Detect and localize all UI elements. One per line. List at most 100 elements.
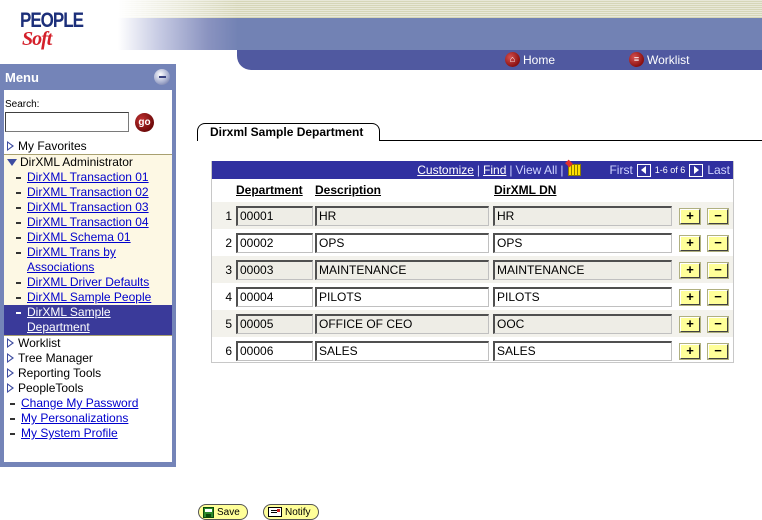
peoplesoft-logo: PEOPLE Soft xyxy=(18,8,84,50)
description-field[interactable]: HR xyxy=(315,206,489,226)
dirxml-dn-field[interactable]: OOC xyxy=(493,314,672,334)
description-field[interactable]: PILOTS xyxy=(315,287,489,307)
department-field[interactable]: 00001 xyxy=(236,206,313,226)
customize-link[interactable]: Customize xyxy=(417,163,474,177)
sidebar-subitem-active[interactable]: DirXML Sample Department xyxy=(4,305,172,336)
dirxml-transaction-03-link[interactable]: DirXML Transaction 03 xyxy=(27,200,149,215)
table-row: 2 00002 OPS OPS + − xyxy=(212,229,733,256)
column-header-description[interactable]: Description xyxy=(315,183,381,197)
add-row-button[interactable]: + xyxy=(679,262,701,279)
dash-bullet-icon xyxy=(16,192,21,194)
search-go-button[interactable]: go xyxy=(135,112,154,132)
sidebar-subitem[interactable]: DirXML Transaction 03 xyxy=(4,200,172,215)
sidebar-subitem[interactable]: DirXML Trans by Associations xyxy=(4,245,172,275)
sidebar-subitem[interactable]: DirXML Driver Defaults xyxy=(4,275,172,290)
dirxml-schema-01-link[interactable]: DirXML Schema 01 xyxy=(27,230,131,245)
description-field[interactable]: MAINTENANCE xyxy=(315,260,489,280)
sidebar-item-peopletools[interactable]: PeopleTools xyxy=(4,381,172,396)
delete-row-button[interactable]: − xyxy=(707,262,729,279)
separator: | xyxy=(509,163,513,177)
add-row-button[interactable]: + xyxy=(679,235,701,252)
worklist-link[interactable]: ≡ Worklist xyxy=(629,52,689,67)
sidebar-item-tree-manager[interactable]: Tree Manager xyxy=(4,351,172,366)
column-header-dirxml-dn[interactable]: DirXML DN xyxy=(494,183,556,197)
table-row: 6 00006 SALES SALES + − xyxy=(212,337,733,364)
column-header-department[interactable]: Department xyxy=(236,183,303,197)
save-icon xyxy=(203,506,214,518)
change-my-password-link[interactable]: Change My Password xyxy=(21,396,138,411)
dirxml-sample-department-link[interactable]: DirXML Sample Department xyxy=(27,305,137,335)
dirxml-dn-field[interactable]: SALES xyxy=(493,341,672,361)
dirxml-transaction-04-link[interactable]: DirXML Transaction 04 xyxy=(27,215,149,230)
sidebar-subitem[interactable]: DirXML Transaction 02 xyxy=(4,185,172,200)
sidebar-item-dirxml-administrator[interactable]: DirXML Administrator xyxy=(4,155,172,170)
delete-row-button[interactable]: − xyxy=(707,343,729,360)
last-link[interactable]: Last xyxy=(707,163,730,177)
sidebar-item-label: Tree Manager xyxy=(18,351,93,365)
my-personalizations-link[interactable]: My Personalizations xyxy=(21,411,128,426)
delete-row-button[interactable]: − xyxy=(707,289,729,306)
download-spreadsheet-icon[interactable] xyxy=(568,164,582,176)
dirxml-admin-folder: DirXML Administrator DirXML Transaction … xyxy=(4,154,172,336)
view-all-link[interactable]: View All xyxy=(516,163,558,177)
sidebar-subitem[interactable]: DirXML Transaction 04 xyxy=(4,215,172,230)
dirxml-trans-by-associations-link[interactable]: DirXML Trans by Associations xyxy=(27,245,147,275)
my-system-profile-link[interactable]: My System Profile xyxy=(21,426,118,441)
expand-right-icon xyxy=(7,353,14,363)
collapse-menu-button[interactable] xyxy=(154,69,170,85)
delete-row-button[interactable]: − xyxy=(707,235,729,252)
row-number: 5 xyxy=(225,317,232,331)
delete-row-button[interactable]: − xyxy=(707,316,729,333)
sidebar-item-reporting-tools[interactable]: Reporting Tools xyxy=(4,366,172,381)
sidebar-item-worklist[interactable]: Worklist xyxy=(4,336,172,351)
description-field[interactable]: OFFICE OF CEO xyxy=(315,314,489,334)
description-field[interactable]: SALES xyxy=(315,341,489,361)
sidebar-menu: Menu Search: go My Favorites DirXML Admi… xyxy=(0,64,176,467)
next-page-button[interactable] xyxy=(689,163,704,177)
search-input[interactable] xyxy=(5,112,129,132)
dirxml-transaction-02-link[interactable]: DirXML Transaction 02 xyxy=(27,185,149,200)
add-row-button[interactable]: + xyxy=(679,316,701,333)
add-row-button[interactable]: + xyxy=(679,208,701,225)
dirxml-dn-field[interactable]: PILOTS xyxy=(493,287,672,307)
dirxml-dn-field[interactable]: MAINTENANCE xyxy=(493,260,672,280)
sidebar-link[interactable]: Change My Password xyxy=(4,396,172,411)
department-field[interactable]: 00006 xyxy=(236,341,313,361)
dash-bullet-icon xyxy=(16,237,21,239)
home-link-label: Home xyxy=(523,52,556,67)
dash-bullet-icon xyxy=(16,177,21,179)
description-field[interactable]: OPS xyxy=(315,233,489,253)
notify-button[interactable]: Notify xyxy=(263,504,319,520)
dash-bullet-icon xyxy=(16,282,21,284)
dirxml-transaction-01-link[interactable]: DirXML Transaction 01 xyxy=(27,170,149,185)
sidebar-link[interactable]: My System Profile xyxy=(4,426,172,441)
add-row-button[interactable]: + xyxy=(679,343,701,360)
row-number: 6 xyxy=(225,344,232,358)
sidebar-item-label: My Favorites xyxy=(18,139,87,153)
save-button[interactable]: Save xyxy=(198,504,248,520)
sidebar-subitem[interactable]: DirXML Transaction 01 xyxy=(4,170,172,185)
row-number: 4 xyxy=(225,290,232,304)
sidebar-item-label: Reporting Tools xyxy=(18,366,102,380)
department-field[interactable]: 00004 xyxy=(236,287,313,307)
sidebar-subitem[interactable]: DirXML Sample People xyxy=(4,290,172,305)
first-link[interactable]: First xyxy=(609,163,632,177)
sidebar-subitem[interactable]: DirXML Schema 01 xyxy=(4,230,172,245)
delete-row-button[interactable]: − xyxy=(707,208,729,225)
department-field[interactable]: 00002 xyxy=(236,233,313,253)
dirxml-dn-field[interactable]: OPS xyxy=(493,233,672,253)
dirxml-driver-defaults-link[interactable]: DirXML Driver Defaults xyxy=(27,275,149,290)
department-field[interactable]: 00005 xyxy=(236,314,313,334)
dirxml-sample-people-link[interactable]: DirXML Sample People xyxy=(27,290,151,305)
find-link[interactable]: Find xyxy=(483,163,506,177)
add-row-button[interactable]: + xyxy=(679,289,701,306)
row-number: 3 xyxy=(225,263,232,277)
sidebar-link[interactable]: My Personalizations xyxy=(4,411,172,426)
previous-page-button[interactable] xyxy=(636,163,651,177)
dirxml-dn-field[interactable]: HR xyxy=(493,206,672,226)
department-field[interactable]: 00003 xyxy=(236,260,313,280)
home-link[interactable]: ⌂ Home xyxy=(505,52,555,67)
expand-right-icon xyxy=(7,368,14,378)
tab-dirxml-sample-department[interactable]: Dirxml Sample Department xyxy=(197,123,381,141)
sidebar-item-my-favorites[interactable]: My Favorites xyxy=(4,139,172,154)
